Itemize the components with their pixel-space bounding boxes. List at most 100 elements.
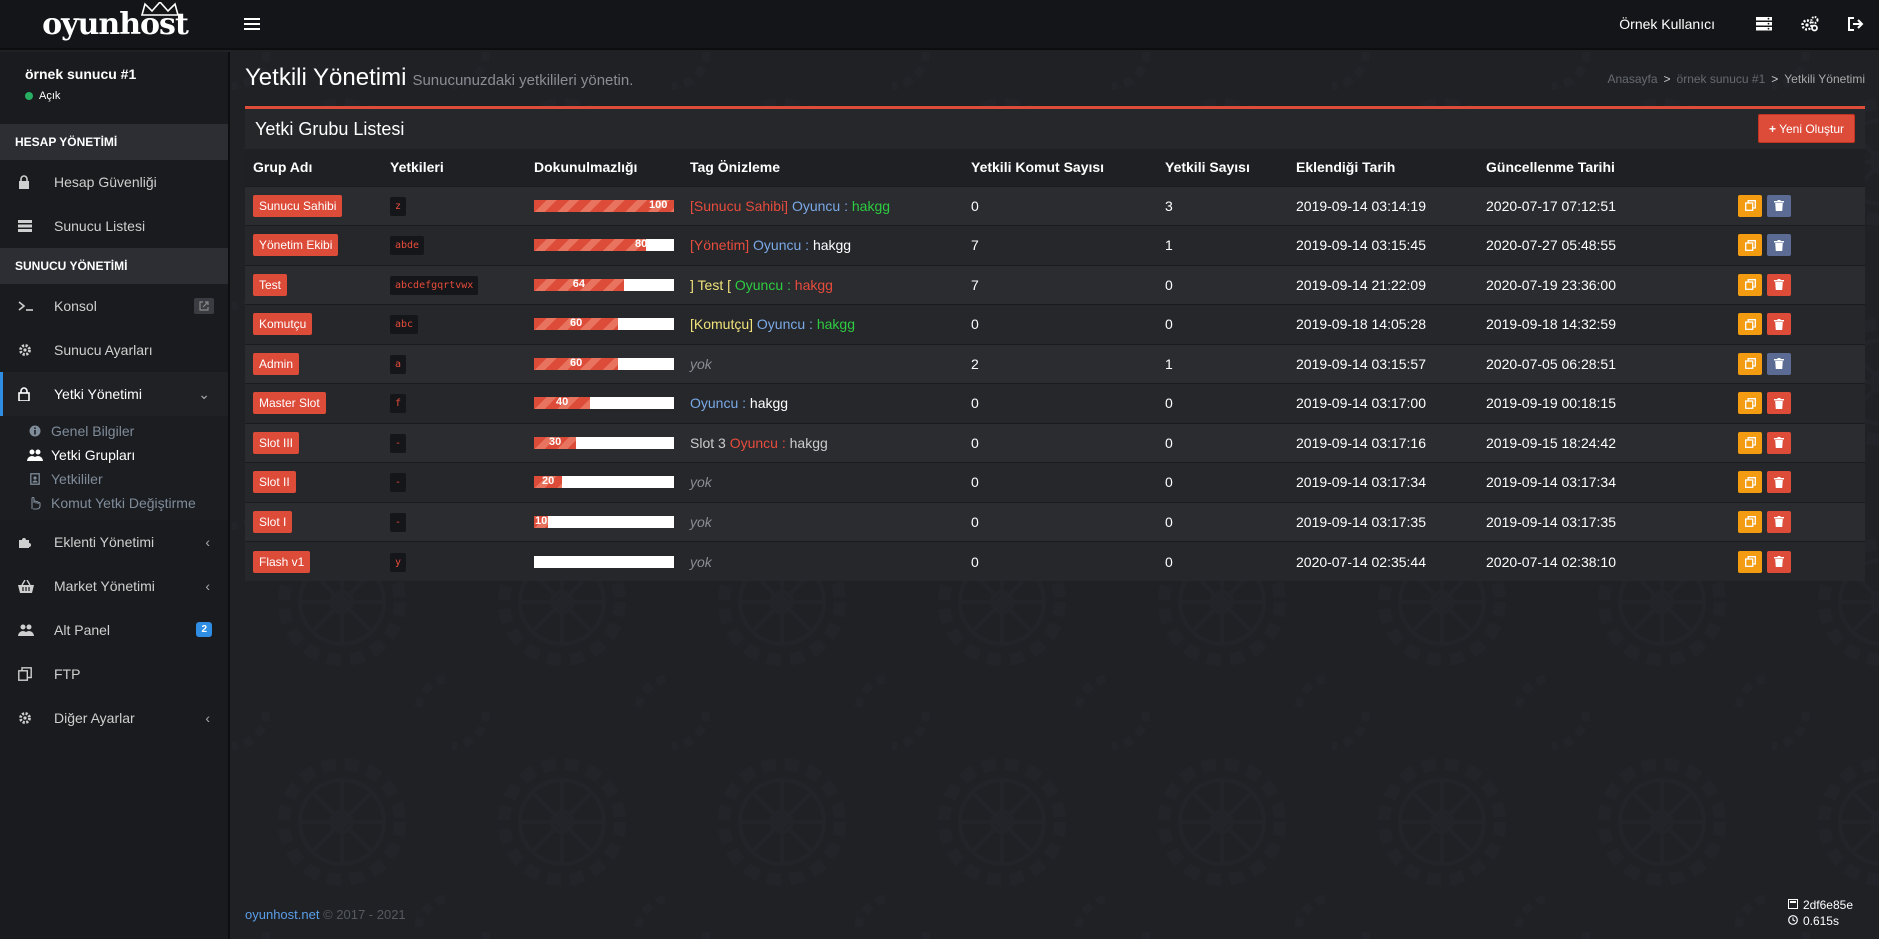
sidebar-item-label: Yetki Yönetimi bbox=[54, 386, 142, 402]
sidebar-item-other-settings[interactable]: Diğer Ayarlar ‹ bbox=[0, 696, 228, 740]
column-header-actions bbox=[1730, 149, 1865, 186]
copy-button[interactable] bbox=[1738, 471, 1762, 494]
sidebar-item-server-list[interactable]: Sunucu Listesi bbox=[0, 204, 228, 248]
group-name-badge[interactable]: Flash v1 bbox=[253, 550, 311, 573]
logout-icon[interactable] bbox=[1833, 0, 1879, 49]
sidebar-item-plugin-management[interactable]: Eklenti Yönetimi ‹ bbox=[0, 520, 228, 564]
user-name[interactable]: Örnek Kullanıcı bbox=[1619, 16, 1715, 32]
flags-code: y bbox=[390, 552, 407, 572]
copy-icon bbox=[18, 667, 42, 681]
delete-button[interactable] bbox=[1767, 392, 1791, 415]
delete-button[interactable] bbox=[1767, 194, 1791, 217]
tag-preview-cell: yok bbox=[682, 501, 963, 542]
column-header[interactable]: Dokunulmazlığı bbox=[526, 149, 682, 186]
delete-button[interactable] bbox=[1767, 431, 1791, 454]
footer-link[interactable]: oyunhost.net bbox=[245, 907, 319, 922]
create-new-button[interactable]: + Yeni Oluştur bbox=[1758, 114, 1855, 143]
delete-button[interactable] bbox=[1767, 510, 1791, 533]
group-name-badge[interactable]: Slot II bbox=[253, 471, 296, 494]
updated-date-cell: 2020-07-14 02:38:10 bbox=[1478, 541, 1730, 581]
brand-logo[interactable]: oyunhost bbox=[0, 0, 230, 49]
breadcrumb-home[interactable]: Anasayfa bbox=[1607, 72, 1657, 86]
sidebar-toggle-button[interactable] bbox=[244, 18, 260, 30]
table-row: Flash v1 y yok 0 0 2020-07-14 02:35:44 2… bbox=[245, 541, 1865, 581]
server-list-icon[interactable] bbox=[1741, 0, 1787, 49]
immunity-cell: 40 bbox=[526, 383, 682, 423]
flags-cell: y bbox=[382, 541, 526, 581]
admin-count-cell: 1 bbox=[1157, 343, 1288, 384]
added-date-cell: 2019-09-14 03:15:57 bbox=[1288, 343, 1478, 384]
copy-button[interactable] bbox=[1738, 431, 1762, 454]
group-name-badge[interactable]: Master Slot bbox=[253, 392, 326, 415]
delete-button[interactable] bbox=[1767, 234, 1791, 257]
copy-button[interactable] bbox=[1738, 234, 1762, 257]
delete-button[interactable] bbox=[1767, 471, 1791, 494]
copy-button[interactable] bbox=[1738, 313, 1762, 336]
command-count-cell: 0 bbox=[963, 541, 1157, 581]
group-name-badge[interactable]: Slot III bbox=[253, 431, 300, 454]
group-name-badge[interactable]: Yönetim Ekibi bbox=[253, 234, 339, 257]
copy-button[interactable] bbox=[1738, 550, 1762, 573]
flags-code: abcdefgqrtvwx bbox=[390, 275, 479, 295]
chevron-left-icon: ‹ bbox=[205, 710, 210, 726]
group-name-cell: Master Slot bbox=[245, 383, 382, 423]
delete-button[interactable] bbox=[1767, 313, 1791, 336]
sidebar-item-permission-management[interactable]: Yetki Yönetimi ⌄ bbox=[0, 372, 228, 416]
group-name-badge[interactable]: Test bbox=[253, 273, 288, 296]
column-header[interactable]: Yetkili Sayısı bbox=[1157, 149, 1288, 186]
delete-button[interactable] bbox=[1767, 352, 1791, 375]
permission-group-table: Grup Adı Yetkileri Dokunulmazlığı Tag Ön… bbox=[245, 149, 1865, 581]
copy-button[interactable] bbox=[1738, 194, 1762, 217]
trash-icon bbox=[1774, 239, 1784, 251]
command-count-cell: 0 bbox=[963, 383, 1157, 423]
sidebar-item-label: Hesap Güvenliği bbox=[54, 174, 157, 190]
sidebar-item-server-settings[interactable]: Sunucu Ayarları bbox=[0, 328, 228, 372]
immunity-cell: 10 bbox=[526, 501, 682, 542]
column-header[interactable]: Grup Adı bbox=[245, 149, 382, 186]
column-header[interactable]: Eklendiği Tarih bbox=[1288, 149, 1478, 186]
sidebar-item-ftp[interactable]: FTP bbox=[0, 652, 228, 696]
sidebar-item-account-security[interactable]: Hesap Güvenliği bbox=[0, 160, 228, 204]
delete-button[interactable] bbox=[1767, 550, 1791, 573]
immunity-cell bbox=[526, 541, 682, 581]
column-header[interactable]: Tag Önizleme bbox=[682, 149, 963, 186]
lock-icon bbox=[18, 175, 42, 189]
tag-segment: yok bbox=[690, 513, 712, 530]
sidebar-subitem-command-permissions[interactable]: Komut Yetki Değiştirme bbox=[0, 491, 228, 515]
settings-cogs-icon[interactable] bbox=[1787, 0, 1833, 49]
sidebar-subitem-general-info[interactable]: Genel Bilgiler bbox=[0, 419, 228, 443]
trash-icon bbox=[1774, 516, 1784, 528]
immunity-progress-bar: 64 bbox=[534, 278, 674, 291]
page-title: Yetkili Yönetimi bbox=[245, 64, 407, 91]
group-name-badge[interactable]: Slot I bbox=[253, 510, 293, 533]
immunity-cell: 100 bbox=[526, 185, 682, 226]
users-icon bbox=[26, 449, 44, 461]
sidebar-item-label: Konsol bbox=[54, 298, 97, 314]
copy-button[interactable] bbox=[1738, 392, 1762, 415]
trash-icon bbox=[1774, 200, 1784, 212]
group-name-badge[interactable]: Sunucu Sahibi bbox=[253, 194, 343, 217]
copy-button[interactable] bbox=[1738, 352, 1762, 375]
sidebar-item-label: Sunucu Ayarları bbox=[54, 342, 153, 358]
sidebar-subitem-permission-groups[interactable]: Yetki Grupları bbox=[0, 443, 228, 467]
breadcrumb-server[interactable]: örnek sunucu #1 bbox=[1677, 72, 1766, 86]
sidebar-item-console[interactable]: Konsol bbox=[0, 284, 228, 328]
column-header[interactable]: Yetkileri bbox=[382, 149, 526, 186]
immunity-progress-bar: 80 bbox=[534, 238, 674, 252]
tag-segment: yok bbox=[690, 355, 712, 372]
updated-date-cell: 2020-07-19 23:36:00 bbox=[1478, 264, 1730, 305]
tag-segment: Oyuncu : bbox=[753, 237, 813, 254]
column-header[interactable]: Güncellenme Tarihi bbox=[1478, 149, 1730, 186]
copy-button[interactable] bbox=[1738, 273, 1762, 296]
group-name-badge[interactable]: Komutçu bbox=[253, 313, 313, 336]
sidebar-item-market-management[interactable]: Market Yönetimi ‹ bbox=[0, 564, 228, 608]
tag-segment: Slot 3 bbox=[690, 434, 730, 451]
copy-button[interactable] bbox=[1738, 510, 1762, 533]
tag-segment: hakgg bbox=[812, 237, 852, 254]
delete-button[interactable] bbox=[1767, 273, 1791, 296]
external-link-icon[interactable] bbox=[194, 298, 214, 314]
group-name-badge[interactable]: Admin bbox=[253, 352, 300, 375]
sidebar-subitem-admins[interactable]: Yetkililer bbox=[0, 467, 228, 491]
sidebar-item-sub-panel[interactable]: Alt Panel 2 bbox=[0, 608, 228, 652]
column-header[interactable]: Yetkili Komut Sayısı bbox=[963, 149, 1157, 186]
